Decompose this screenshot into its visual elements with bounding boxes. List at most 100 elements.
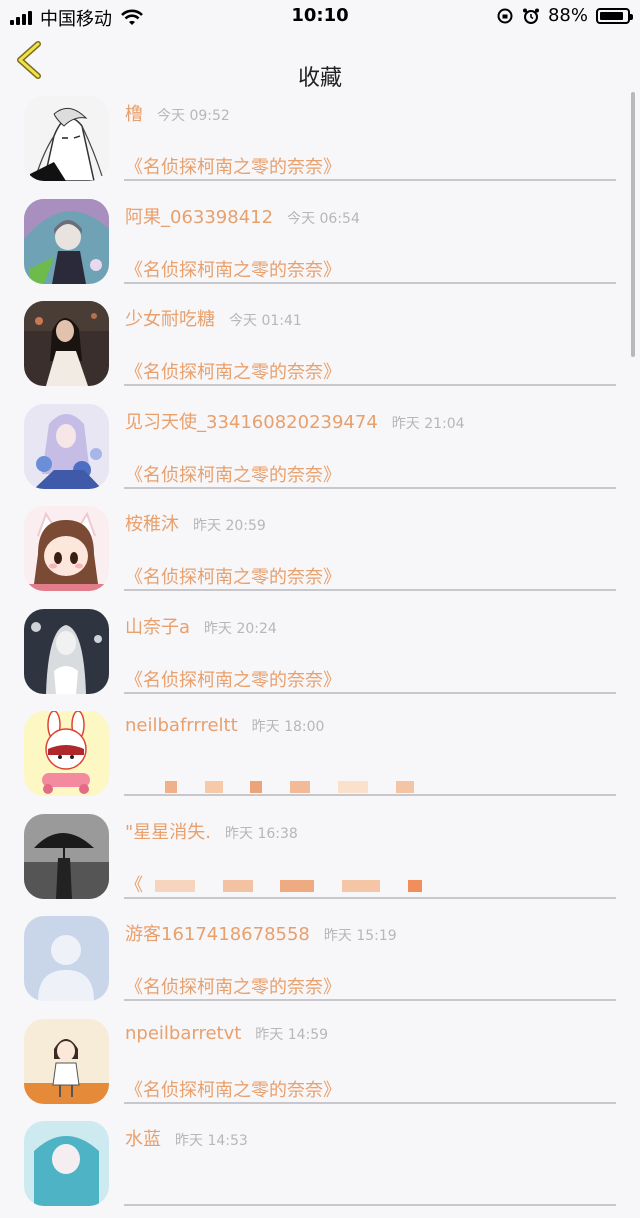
photo-girl-avatar-icon [24, 301, 109, 386]
censor-block [222, 879, 253, 892]
list-item[interactable]: npeilbarretvt 昨天 14:59 《名侦探柯南之零的奈奈》 [0, 1013, 640, 1116]
book-title[interactable]: 《名侦探柯南之零的奈奈》 [125, 563, 341, 589]
avatar [24, 301, 109, 386]
avatar [24, 96, 109, 181]
cyan-girl-avatar-icon [24, 1121, 109, 1206]
list-item[interactable]: 游客1617418678558 昨天 15:19 《名侦探柯南之零的奈奈》 [0, 910, 640, 1013]
divider [124, 179, 616, 181]
username-text: 橹 [125, 104, 143, 125]
status-bar: 中国移动 10:10 88% [0, 0, 640, 32]
username: npeilbarretvt 昨天 14:59 [125, 1023, 328, 1044]
divider [124, 281, 616, 284]
avatar [24, 813, 109, 899]
list-item[interactable]: 水蓝 昨天 14:53 [0, 1115, 640, 1218]
book-title-text: 《 [125, 874, 143, 896]
battery-icon [596, 7, 633, 24]
chibi-girl-avatar-icon [24, 506, 109, 591]
username-text: 游客1617418678558 [125, 924, 310, 945]
avatar [24, 506, 109, 591]
censor-block [204, 781, 223, 793]
divider [124, 1204, 616, 1206]
divider [124, 896, 616, 899]
username: 少女耐吃糖 今天 01:41 [125, 305, 302, 331]
umbrella-girl-avatar-icon [24, 198, 109, 284]
censor-block [337, 781, 368, 793]
username-text: 少女耐吃糖 [125, 309, 215, 330]
avatar [24, 711, 109, 796]
censor-block [280, 879, 315, 892]
username-text: 桉稚沐 [125, 514, 179, 535]
time-label: 昨天 20:24 [204, 620, 277, 637]
censor-block [395, 781, 414, 793]
page-title: 收藏 [297, 66, 342, 91]
divider [124, 691, 616, 694]
list-item[interactable]: "星星消失. 昨天 16:38 《 [0, 808, 640, 911]
list-item[interactable]: 少女耐吃糖 今天 01:41 《名侦探柯南之零的奈奈》 [0, 295, 640, 398]
book-title[interactable]: 《名侦探柯南之零的奈奈》 [125, 256, 341, 282]
time-label: 今天 06:54 [287, 210, 360, 227]
scrollbar[interactable] [631, 92, 635, 357]
username-text: npeilbarretvt [125, 1022, 242, 1044]
censor-block [165, 781, 177, 793]
time-label: 今天 09:52 [157, 108, 230, 124]
list-item[interactable]: 山奈子a 昨天 20:24 《名侦探柯南之零的奈奈》 [0, 603, 640, 706]
time-label: 昨天 15:19 [323, 928, 397, 944]
username: 水蓝 昨天 14:53 [125, 1125, 248, 1151]
battery-percent: 88% [547, 5, 588, 26]
username-text: 见习天使_334160820239474 [125, 411, 378, 433]
book-title[interactable]: 《名侦探柯南之零的奈奈》 [125, 666, 341, 692]
avatar [24, 403, 109, 489]
divider [124, 999, 616, 1001]
time-label: 昨天 16:38 [225, 825, 298, 842]
username-text: neilbafrrreltt [125, 715, 238, 736]
list-item[interactable]: neilbafrrreltt 昨天 18:00 [0, 705, 640, 808]
username: 阿果_063398412 今天 06:54 [125, 203, 360, 229]
censor-block [407, 879, 422, 892]
time-label: 今天 01:41 [229, 313, 302, 329]
list-item[interactable]: 阿果_063398412 今天 06:54 《名侦探柯南之零的奈奈》 [0, 193, 640, 296]
list-item[interactable]: 橹今天 09:52 《名侦探柯南之零的奈奈》 [0, 90, 640, 193]
umbrella-silhouette-avatar-icon [24, 813, 109, 899]
bunny-cartoon-avatar-icon [24, 711, 109, 796]
username: neilbafrrreltt 昨天 18:00 [125, 715, 324, 736]
time-label: 昨天 18:00 [251, 719, 325, 735]
username: 桉稚沐 昨天 20:59 [125, 510, 266, 536]
divider [124, 589, 616, 591]
divider [124, 1101, 616, 1104]
nav-bar: 收藏 [0, 32, 640, 91]
avatar [24, 916, 109, 1001]
divider [124, 486, 616, 489]
sketch-girl-avatar-icon [24, 96, 109, 181]
username-text: 水蓝 [125, 1129, 161, 1150]
divider [124, 384, 616, 386]
time-label: 昨天 14:53 [175, 1133, 248, 1149]
username: "星星消失. 昨天 16:38 [125, 818, 298, 844]
censor-block [250, 781, 263, 793]
status-right: 88% [496, 5, 633, 26]
blue-flower-girl-avatar-icon [24, 403, 109, 489]
grey-girl-avatar-icon [24, 608, 109, 694]
book-title[interactable]: 《名侦探柯南之零的奈奈》 [125, 153, 341, 179]
book-title[interactable]: 《名侦探柯南之零的奈奈》 [125, 358, 341, 384]
username-text: 山奈子a [125, 616, 191, 638]
username-text: 阿果_063398412 [125, 206, 274, 228]
default-avatar-icon [24, 916, 109, 1001]
book-title[interactable]: 《名侦探柯南之零的奈奈》 [125, 973, 341, 999]
avatar [24, 1121, 109, 1206]
censor-block [290, 781, 311, 793]
orientation-lock-icon [497, 8, 513, 23]
time-label: 昨天 14:59 [255, 1026, 329, 1043]
list-item[interactable]: 见习天使_334160820239474 昨天 21:04 《名侦探柯南之零的奈奈… [0, 398, 640, 501]
doll-girl-avatar-icon [24, 1018, 109, 1104]
username-text: "星星消失. [125, 821, 212, 843]
favorites-list: 橹今天 09:52 《名侦探柯南之零的奈奈》 阿果_063398412 今天 06… [0, 90, 640, 1218]
book-title[interactable]: 《名侦探柯南之零的奈奈》 [125, 461, 341, 487]
time-label: 昨天 21:04 [391, 415, 465, 432]
list-item[interactable]: 桉稚沐 昨天 20:59 《名侦探柯南之零的奈奈》 [0, 500, 640, 603]
book-title[interactable]: 《名侦探柯南之零的奈奈》 [125, 1076, 341, 1102]
username: 见习天使_334160820239474 昨天 21:04 [125, 408, 465, 434]
avatar [24, 608, 109, 694]
book-title-obscured[interactable]: 《 [125, 871, 422, 897]
username: 山奈子a 昨天 20:24 [125, 613, 277, 639]
censor-marks [155, 875, 444, 896]
